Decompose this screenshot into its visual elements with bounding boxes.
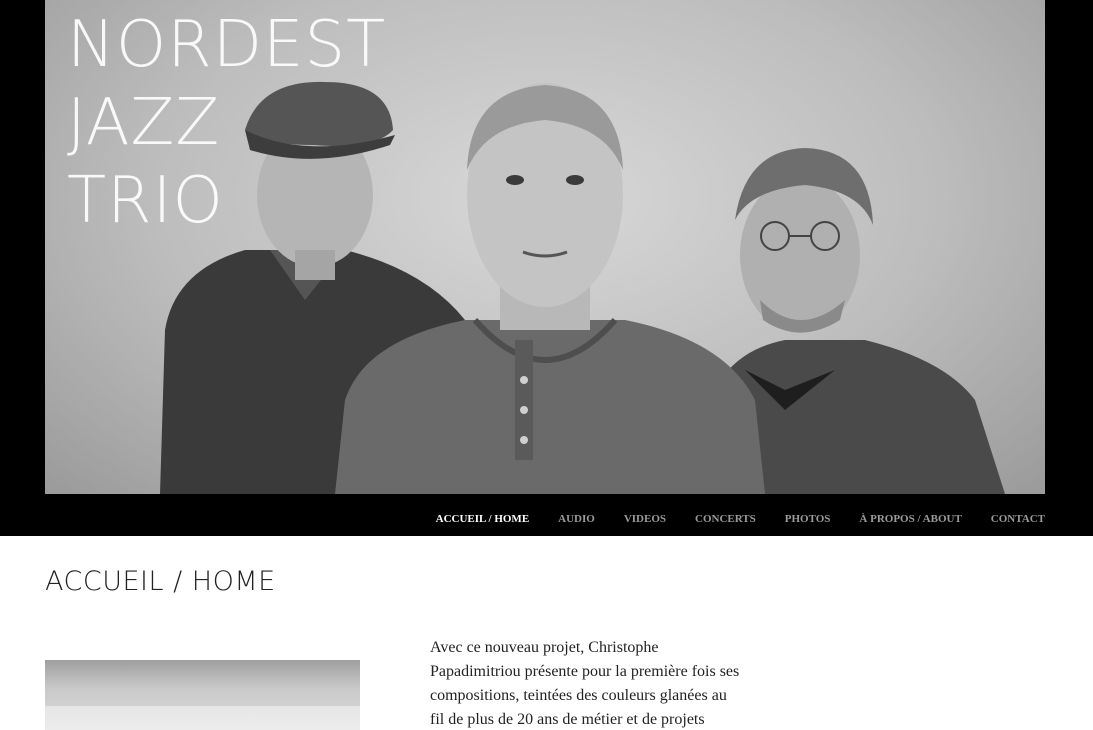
- intro-text: Avec ce nouveau projet, Christophe Papad…: [430, 636, 760, 730]
- content-photo: [45, 660, 360, 730]
- nav-item-home[interactable]: ACCUEIL / HOME: [436, 509, 530, 529]
- nav-item-contact[interactable]: CONTACT: [991, 509, 1045, 529]
- nav-item-concerts[interactable]: CONCERTS: [695, 509, 756, 529]
- intro-line: compositions, teintées des couleurs glan…: [430, 687, 727, 704]
- intro-line: Avec ce nouveau projet, Christophe: [430, 639, 659, 656]
- intro-line: Papadimitriou présente pour la première …: [430, 663, 740, 680]
- intro-line: fil de plus de 20 ans de métier et de pr…: [430, 711, 705, 728]
- page-title: ACCUEIL / HOME: [45, 566, 276, 597]
- site-header: NORDEST JAZZ TRIO ACCUEIL / HOME AUDIO V…: [0, 0, 1093, 536]
- site-title-line: NORDEST: [67, 8, 387, 82]
- main-nav: ACCUEIL / HOME AUDIO VIDEOS CONCERTS PHO…: [407, 509, 1045, 529]
- nav-item-about[interactable]: À PROPOS / ABOUT: [859, 509, 961, 529]
- nav-item-videos[interactable]: VIDEOS: [624, 509, 666, 529]
- nav-item-photos[interactable]: PHOTOS: [785, 509, 831, 529]
- site-title-line: TRIO: [67, 164, 224, 238]
- hero-photo: NORDEST JAZZ TRIO: [45, 0, 1045, 494]
- site-title[interactable]: NORDEST JAZZ TRIO: [67, 6, 386, 240]
- site-title-line: JAZZ: [67, 86, 221, 160]
- nav-item-audio[interactable]: AUDIO: [558, 509, 595, 529]
